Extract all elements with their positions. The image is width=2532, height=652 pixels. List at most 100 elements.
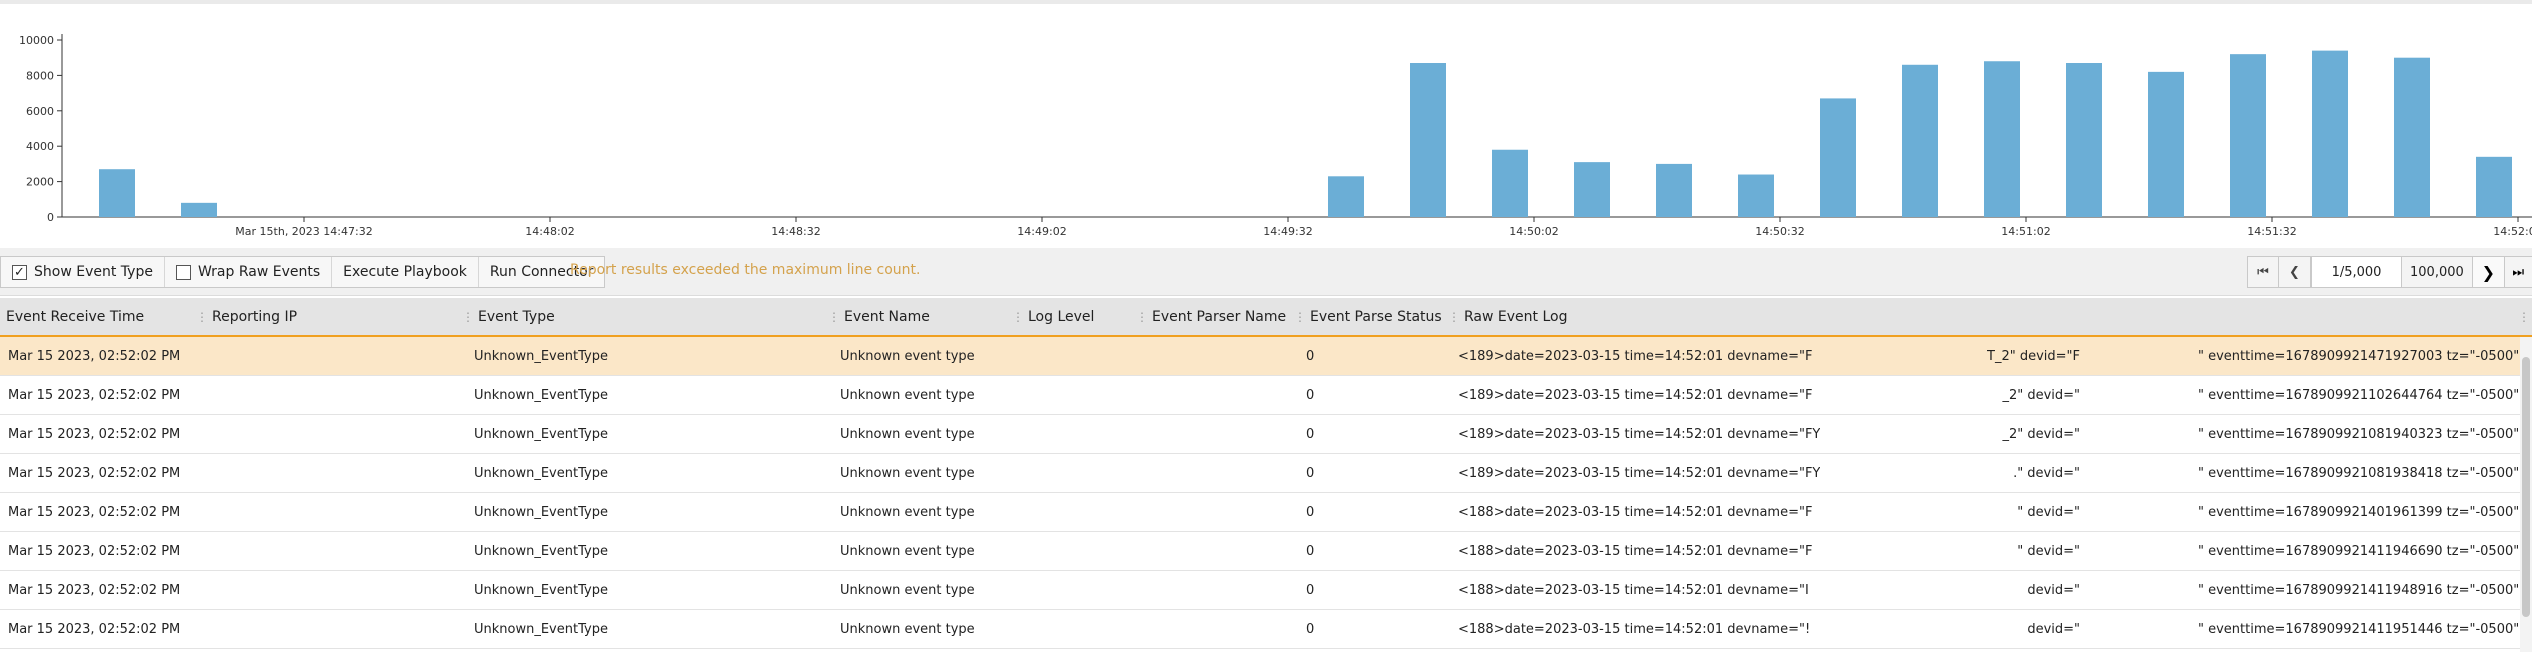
cell-raw-event-log-start: <188>date=2023-03-15 time=14:52:01 devna… [1458, 621, 1811, 637]
table-row[interactable]: Mar 15 2023, 02:52:02 PM Unknown_EventTyp… [0, 532, 2532, 571]
wrap-raw-events-toggle[interactable]: Wrap Raw Events [165, 257, 333, 287]
column-header-event-parser-name[interactable]: ⋮ Event Parser Name [1136, 298, 1286, 335]
y-tick-label: 6000 [26, 105, 54, 118]
cell-event-receive-time: Mar 15 2023, 02:52:02 PM [8, 621, 181, 637]
histogram-bar[interactable] [2148, 71, 2184, 217]
cell-raw-event-log-devid: devid=" [2027, 582, 2080, 598]
cell-raw-event-log-devid: " devid=" [2017, 504, 2080, 520]
table-row[interactable]: Mar 15 2023, 02:52:02 PM Unknown_EventTyp… [0, 337, 2532, 376]
column-header-event-type[interactable]: ⋮ Event Type [462, 298, 555, 335]
histogram-bar[interactable] [2312, 50, 2348, 218]
column-grip-icon[interactable]: ⋮ [1136, 310, 1148, 324]
next-page-icon[interactable]: ❯ [2472, 256, 2505, 288]
column-grip-icon[interactable]: ⋮ [1012, 310, 1024, 324]
column-label: Event Parser Name [1152, 308, 1287, 325]
histogram-bar[interactable] [2476, 156, 2512, 217]
column-menu-icon[interactable]: ⋮ [2518, 298, 2532, 335]
cell-event-parse-status: 0 [1306, 543, 1315, 559]
page-number-input[interactable] [2311, 256, 2402, 288]
execute-playbook-button[interactable]: Execute Playbook [332, 257, 479, 287]
cell-event-parse-status: 0 [1306, 426, 1315, 442]
column-header-event-receive-time[interactable]: Event Receive Time [6, 298, 144, 335]
cell-raw-event-log-start: <189>date=2023-03-15 time=14:52:01 devna… [1458, 387, 1813, 403]
table-header: Event Receive Time ⋮ Reporting IP ⋮ Event … [0, 298, 2532, 337]
cell-event-name: Unknown event type [840, 621, 975, 637]
histogram-bar[interactable] [99, 169, 135, 217]
column-grip-icon[interactable]: ⋮ [1448, 310, 1460, 324]
histogram-bar[interactable] [2230, 54, 2266, 217]
cell-raw-event-log-devid: T_2" devid="F [1987, 348, 2080, 364]
histogram-bar[interactable] [1738, 174, 1774, 217]
column-header-event-parse-status[interactable]: ⋮ Event Parse Status [1294, 298, 1442, 335]
x-tick-label: 14:49:02 [1017, 225, 1066, 238]
cell-raw-event-log-start: <188>date=2023-03-15 time=14:52:01 devna… [1458, 504, 1813, 520]
histogram-bar[interactable] [1410, 63, 1446, 218]
cell-event-name: Unknown event type [840, 582, 975, 598]
previous-page-icon[interactable]: ❮ [2279, 256, 2311, 288]
histogram-bar[interactable] [1902, 64, 1938, 217]
x-tick-label: 14:50:32 [1755, 225, 1804, 238]
x-tick-label: 14:51:32 [2247, 225, 2296, 238]
show-event-type-toggle[interactable]: ✓ Show Event Type [1, 257, 165, 287]
cell-event-parse-status: 0 [1306, 582, 1315, 598]
cell-event-name: Unknown event type [840, 348, 975, 364]
column-label: Event Receive Time [6, 308, 145, 325]
vertical-scrollbar[interactable] [2520, 337, 2532, 652]
pagination: ⏮ ❮ 100,000 ❯ ⏭ [2247, 256, 2532, 288]
x-tick-label: Mar 15th, 2023 14:47:32 [235, 225, 372, 238]
histogram-bar[interactable] [1656, 163, 1692, 217]
column-header-log-level[interactable]: ⋮ Log Level [1012, 298, 1094, 335]
histogram-bar[interactable] [1492, 149, 1528, 217]
histogram-bar[interactable] [2066, 63, 2102, 218]
histogram-bar[interactable] [1328, 176, 1364, 217]
column-label: Raw Event Log [1464, 308, 1568, 325]
cell-event-name: Unknown event type [840, 465, 975, 481]
event-search-results-page: 10000 8000 6000 4000 2000 0 Mar 15th, 2023 14:… [0, 0, 2532, 652]
cell-raw-event-log-start: <189>date=2023-03-15 time=14:52:01 devna… [1458, 465, 1821, 481]
show-event-type-checkbox[interactable]: ✓ [12, 264, 27, 280]
cell-event-parse-status: 0 [1306, 387, 1315, 403]
column-header-reporting-ip[interactable]: ⋮ Reporting IP [196, 298, 297, 335]
column-header-event-name[interactable]: ⋮ Event Name [828, 298, 930, 335]
column-grip-icon[interactable]: ⋮ [1294, 310, 1306, 324]
cell-event-type: Unknown_EventType [474, 426, 608, 442]
cell-raw-event-log-devid: ." devid=" [2013, 465, 2080, 481]
x-tick-label: 14:49:32 [1263, 225, 1312, 238]
show-event-type-label: Show Event Type [34, 264, 153, 280]
table-row[interactable]: Mar 15 2023, 02:52:02 PM Unknown_EventTyp… [0, 415, 2532, 454]
cell-event-parse-status: 0 [1306, 504, 1315, 520]
histogram-bar[interactable] [2394, 57, 2430, 218]
y-tick-label: 8000 [26, 69, 54, 82]
total-results-count: 100,000 [2402, 256, 2473, 288]
y-tick-label: 0 [47, 211, 54, 224]
histogram-bar[interactable] [1984, 61, 2020, 217]
column-grip-icon[interactable]: ⋮ [196, 310, 208, 324]
histogram-bar[interactable] [1820, 98, 1856, 217]
column-grip-icon[interactable]: ⋮ [462, 310, 474, 324]
cell-event-receive-time: Mar 15 2023, 02:52:02 PM [8, 543, 181, 559]
cell-raw-event-log-start: <189>date=2023-03-15 time=14:52:01 devna… [1458, 348, 1813, 364]
column-header-raw-event-log[interactable]: ⋮ Raw Event Log [1448, 298, 1567, 335]
cell-event-receive-time: Mar 15 2023, 02:52:02 PM [8, 504, 181, 520]
first-page-icon[interactable]: ⏮ [2247, 256, 2279, 288]
table-row[interactable]: Mar 15 2023, 02:52:02 PM Unknown_EventTyp… [0, 610, 2532, 649]
x-tick-label: 14:51:02 [2001, 225, 2050, 238]
cell-raw-event-log-start: <188>date=2023-03-15 time=14:52:01 devna… [1458, 543, 1813, 559]
cell-raw-event-log-eventtime: " eventtime=1678909921471927003 tz="-050… [2198, 348, 2532, 364]
table-row[interactable]: Mar 15 2023, 02:52:02 PM Unknown_EventTyp… [0, 493, 2532, 532]
scrollbar-thumb[interactable] [2522, 357, 2530, 617]
column-label: Log Level [1028, 308, 1095, 325]
table-row[interactable]: Mar 15 2023, 02:52:02 PM Unknown_EventTyp… [0, 376, 2532, 415]
cell-event-name: Unknown event type [840, 387, 975, 403]
table-row[interactable]: Mar 15 2023, 02:52:02 PM Unknown_EventTyp… [0, 454, 2532, 493]
cell-event-parse-status: 0 [1306, 465, 1315, 481]
column-grip-icon[interactable]: ⋮ [828, 310, 840, 324]
y-tick-label: 2000 [26, 176, 54, 189]
wrap-raw-events-checkbox[interactable] [175, 264, 191, 280]
histogram-bar[interactable] [181, 202, 217, 217]
cell-event-type: Unknown_EventType [474, 504, 608, 520]
cell-raw-event-log-eventtime: " eventtime=1678909921411946690 tz="-050… [2198, 543, 2532, 559]
histogram-bar[interactable] [1574, 162, 1610, 217]
last-page-icon[interactable]: ⏭ [2504, 256, 2532, 288]
table-row[interactable]: Mar 15 2023, 02:52:02 PM Unknown_EventTyp… [0, 571, 2532, 610]
